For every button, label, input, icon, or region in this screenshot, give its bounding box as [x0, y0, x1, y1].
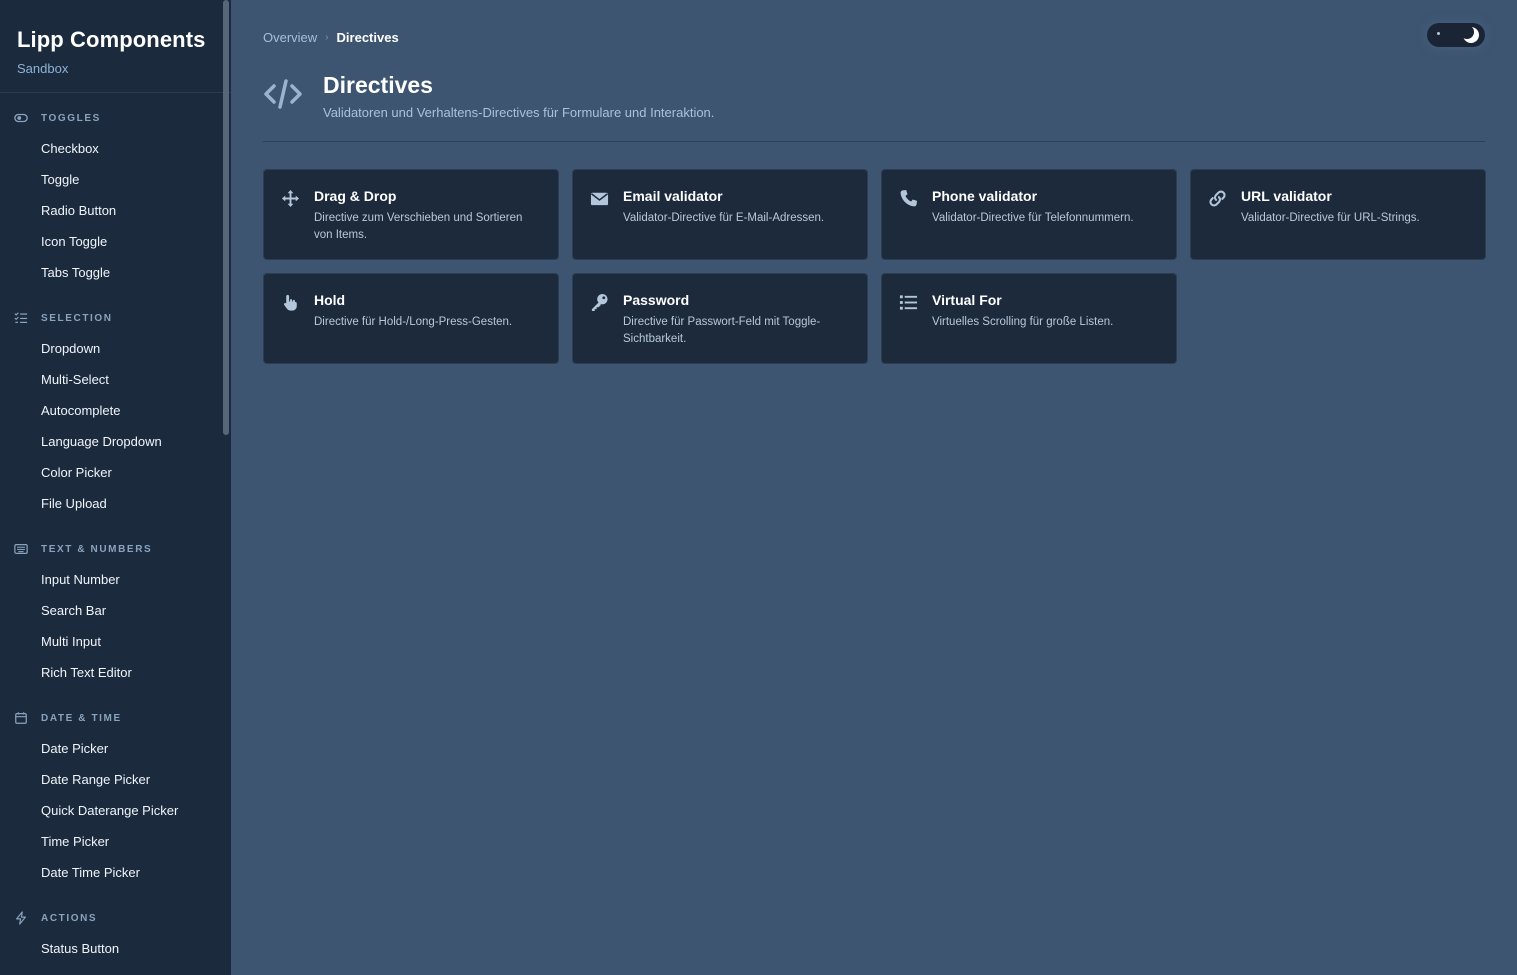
- list-icon: [898, 292, 918, 312]
- sidebar-item-checkbox[interactable]: Checkbox: [0, 133, 222, 164]
- card-title: Password: [623, 292, 690, 308]
- toggle-icon: [13, 110, 29, 126]
- section-label: Date & Time: [41, 712, 122, 724]
- brand-subtitle: Sandbox: [17, 61, 69, 76]
- key-icon: [589, 292, 609, 312]
- sidebar-item-search-bar[interactable]: Search Bar: [0, 595, 222, 626]
- move-arrows-icon: [280, 188, 300, 208]
- card-description: Directive zum Verschieben und Sortieren …: [314, 212, 523, 241]
- section-label: Toggles: [41, 112, 101, 124]
- sidebar-nav: Toggles Checkbox Toggle Radio Button Ico…: [0, 93, 222, 964]
- card-virtual-for[interactable]: Virtual For Virtuelles Scrolling für gro…: [881, 273, 1177, 364]
- sidebar-item-date-picker[interactable]: Date Picker: [0, 733, 222, 764]
- card-password[interactable]: Password Directive für Passwort-Feld mit…: [572, 273, 868, 364]
- link-icon: [1207, 188, 1227, 208]
- sidebar-item-color-picker[interactable]: Color Picker: [0, 457, 222, 488]
- sidebar-item-dropdown[interactable]: Dropdown: [0, 333, 222, 364]
- breadcrumb-current: Directives: [336, 29, 399, 45]
- card-title: Drag & Drop: [314, 188, 397, 204]
- page-title: Directives: [323, 72, 433, 98]
- theme-toggle[interactable]: [1427, 23, 1485, 47]
- breadcrumb-separator: ›: [325, 31, 329, 43]
- envelope-icon: [589, 188, 609, 208]
- card-hold[interactable]: Hold Directive für Hold-/Long-Press-Gest…: [263, 273, 559, 364]
- card-description: Directive für Passwort-Feld mit Toggle-S…: [623, 316, 821, 345]
- breadcrumb: Overview › Directives: [263, 28, 399, 46]
- directive-cards-grid: Drag & Drop Directive zum Verschieben un…: [263, 169, 1486, 364]
- section-label: Selection: [41, 312, 113, 324]
- section-header: Toggles: [0, 109, 222, 127]
- section-header: Date & Time: [0, 709, 222, 727]
- card-description: Validator-Directive für E-Mail-Adressen.: [623, 212, 825, 224]
- sidebar-item-toggle[interactable]: Toggle: [0, 164, 222, 195]
- card-title: URL validator: [1241, 188, 1332, 204]
- sidebar-item-status-button[interactable]: Status Button: [0, 933, 222, 964]
- card-drag-drop[interactable]: Drag & Drop Directive zum Verschieben un…: [263, 169, 559, 260]
- card-description: Directive für Hold-/Long-Press-Gesten.: [314, 316, 513, 328]
- card-description: Virtuelles Scrolling für große Listen.: [932, 316, 1114, 328]
- sidebar-scrollbar[interactable]: [223, 0, 229, 435]
- sidebar-item-tabs-toggle[interactable]: Tabs Toggle: [0, 257, 222, 288]
- pointer-hand-icon: [280, 292, 300, 312]
- code-icon: [263, 76, 303, 112]
- section-label: Actions: [41, 912, 98, 924]
- sidebar-item-multi-select[interactable]: Multi-Select: [0, 364, 222, 395]
- nav-section-date-time: Date & Time Date Picker Date Range Picke…: [0, 688, 222, 888]
- sidebar-item-autocomplete[interactable]: Autocomplete: [0, 395, 222, 426]
- section-label: Text & Numbers: [41, 543, 153, 555]
- card-title: Virtual For: [932, 292, 1002, 308]
- card-email-validator[interactable]: Email validator Validator-Directive für …: [572, 169, 868, 260]
- nav-section-toggles: Toggles Checkbox Toggle Radio Button Ico…: [0, 93, 222, 288]
- sidebar-item-file-upload[interactable]: File Upload: [0, 488, 222, 519]
- sidebar-item-language-dropdown[interactable]: Language Dropdown: [0, 426, 222, 457]
- list-check-icon: [13, 310, 29, 326]
- page-description: Validatoren und Verhaltens-Directives fü…: [323, 105, 715, 120]
- sidebar-item-icon-toggle[interactable]: Icon Toggle: [0, 226, 222, 257]
- card-title: Email validator: [623, 188, 723, 204]
- main-content: Overview › Directives Directives Validat…: [231, 0, 1517, 975]
- keyboard-icon: [13, 541, 29, 557]
- card-url-validator[interactable]: URL validator Validator-Directive für UR…: [1190, 169, 1486, 260]
- page-header: Directives Validatoren und Verhaltens-Di…: [263, 70, 1485, 142]
- brand: Lipp Components Sandbox: [0, 0, 231, 93]
- card-description: Validator-Directive für Telefonnummern.: [932, 212, 1134, 224]
- breadcrumb-overview-link[interactable]: Overview: [263, 30, 317, 45]
- sidebar-item-input-number[interactable]: Input Number: [0, 564, 222, 595]
- nav-section-actions: Actions Status Button: [0, 888, 222, 964]
- nav-section-selection: Selection Dropdown Multi-Select Autocomp…: [0, 288, 222, 519]
- section-header: Actions: [0, 909, 222, 927]
- card-phone-validator[interactable]: Phone validator Validator-Directive für …: [881, 169, 1177, 260]
- sidebar-item-multi-input[interactable]: Multi Input: [0, 626, 222, 657]
- sidebar-item-quick-daterange-picker[interactable]: Quick Daterange Picker: [0, 795, 222, 826]
- section-header: Text & Numbers: [0, 540, 222, 558]
- star-icon: [1437, 32, 1440, 35]
- sidebar: Lipp Components Sandbox Toggles Checkbox…: [0, 0, 231, 975]
- brand-title: Lipp Components: [17, 27, 206, 52]
- moon-icon: [1460, 25, 1479, 43]
- sidebar-item-date-time-picker[interactable]: Date Time Picker: [0, 857, 222, 888]
- phone-icon: [898, 188, 918, 208]
- sidebar-item-time-picker[interactable]: Time Picker: [0, 826, 222, 857]
- app-window: Lipp Components Sandbox Toggles Checkbox…: [0, 0, 1517, 975]
- bolt-icon: [13, 910, 29, 926]
- card-title: Hold: [314, 292, 346, 308]
- sidebar-item-rich-text-editor[interactable]: Rich Text Editor: [0, 657, 222, 688]
- section-header: Selection: [0, 309, 222, 327]
- sidebar-item-radio-button[interactable]: Radio Button: [0, 195, 222, 226]
- card-title: Phone validator: [932, 188, 1038, 204]
- nav-section-text-numbers: Text & Numbers Input Number Search Bar M…: [0, 519, 222, 688]
- card-description: Validator-Directive für URL-Strings.: [1241, 212, 1420, 224]
- calendar-icon: [13, 710, 29, 726]
- sidebar-item-date-range-picker[interactable]: Date Range Picker: [0, 764, 222, 795]
